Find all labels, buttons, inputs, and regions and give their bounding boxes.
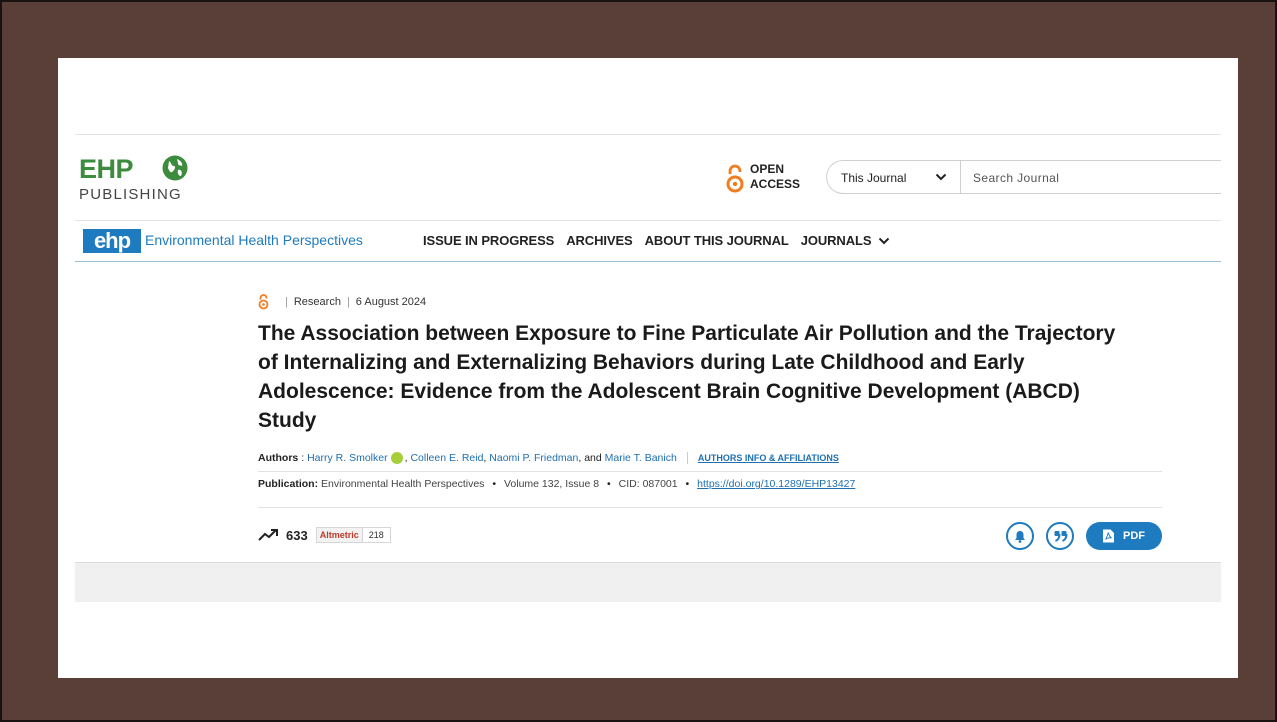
author-link[interactable]: Harry R. Smolker bbox=[307, 452, 388, 464]
cite-button[interactable] bbox=[1046, 522, 1074, 550]
altmetric-score: 218 bbox=[368, 530, 384, 540]
author-link[interactable]: Marie T. Banich bbox=[605, 452, 677, 464]
search-scope-select[interactable]: This Journal bbox=[826, 160, 960, 194]
pdf-label: PDF bbox=[1123, 530, 1145, 542]
altmetric-badge[interactable]: Altmetric 218 bbox=[315, 527, 391, 543]
globe-icon bbox=[162, 155, 188, 181]
divider bbox=[686, 452, 688, 464]
view-count: 633 bbox=[286, 527, 308, 543]
pdf-button[interactable]: PDF bbox=[1086, 522, 1162, 550]
article-meta: | Research | 6 August 2024 bbox=[258, 294, 426, 310]
ehp-journal-badge[interactable]: ehp bbox=[83, 229, 141, 253]
authors-label: Authors bbox=[258, 452, 299, 464]
content-band bbox=[75, 562, 1221, 602]
pdf-file-icon bbox=[1103, 529, 1114, 543]
ehp-logo-text[interactable]: EHP bbox=[79, 156, 134, 183]
publication-journal: Environmental Health Perspectives bbox=[321, 478, 485, 490]
authors-line: Authors: Harry R. Smolker , Colleen E. R… bbox=[258, 452, 839, 464]
author-link[interactable]: Colleen E. Reid bbox=[410, 452, 483, 464]
alert-button[interactable] bbox=[1006, 522, 1034, 550]
nav-issue-in-progress[interactable]: ISSUE IN PROGRESS bbox=[423, 233, 554, 248]
open-access-label-2: ACCESS bbox=[750, 177, 801, 191]
chevron-down-icon bbox=[879, 237, 890, 244]
search-box bbox=[960, 160, 1221, 194]
divider bbox=[75, 261, 1221, 262]
search-input[interactable] bbox=[973, 168, 1213, 188]
main-nav: ISSUE IN PROGRESS ARCHIVES ABOUT THIS JO… bbox=[423, 233, 902, 248]
article-page: EHP PUBLISHING OPEN ACCESS This Journal bbox=[75, 134, 1221, 604]
article-date: 6 August 2024 bbox=[355, 296, 427, 308]
publication-line: Publication: Environmental Health Perspe… bbox=[258, 478, 856, 490]
quote-icon bbox=[1054, 531, 1068, 542]
nav-archives[interactable]: ARCHIVES bbox=[566, 233, 632, 248]
nav-journals[interactable]: JOURNALS bbox=[801, 233, 891, 248]
chevron-down-icon bbox=[935, 173, 947, 181]
slide: EHP PUBLISHING OPEN ACCESS This Journal bbox=[58, 58, 1238, 678]
orcid-icon[interactable] bbox=[390, 452, 403, 464]
divider bbox=[75, 220, 1221, 221]
authors-affiliations-link[interactable]: AUTHORS INFO & AFFILIATIONS bbox=[698, 453, 839, 463]
metrics-row: 633 Altmetric 218 bbox=[258, 525, 391, 545]
nav-about-journal[interactable]: ABOUT THIS JOURNAL bbox=[645, 233, 789, 248]
author-link[interactable]: Naomi P. Friedman bbox=[489, 452, 578, 464]
publication-label: Publication bbox=[258, 478, 315, 490]
trending-up-icon bbox=[258, 529, 278, 541]
search-scope-value: This Journal bbox=[841, 171, 907, 185]
doi-link[interactable]: https://doi.org/10.1289/EHP13427 bbox=[697, 478, 855, 490]
divider bbox=[258, 471, 1162, 472]
nav-journals-label: JOURNALS bbox=[800, 233, 872, 248]
journal-name-link[interactable]: Environmental Health Perspectives bbox=[145, 232, 363, 248]
ehp-logo-subtitle: PUBLISHING bbox=[79, 186, 182, 203]
divider bbox=[75, 134, 1221, 135]
open-access-badge: OPEN ACCESS bbox=[726, 162, 806, 198]
open-access-icon bbox=[726, 164, 744, 193]
publication-cid: CID: 087001 bbox=[618, 478, 678, 490]
bell-icon bbox=[1015, 531, 1025, 543]
article-title: The Association between Exposure to Fine… bbox=[258, 322, 1116, 432]
open-access-label-1: OPEN bbox=[750, 162, 785, 176]
open-access-icon bbox=[258, 294, 269, 310]
article-type: Research bbox=[293, 296, 341, 308]
divider bbox=[258, 507, 1162, 508]
altmetric-brand: Altmetric bbox=[316, 528, 363, 542]
publication-volume: Volume 132, Issue 8 bbox=[503, 478, 600, 490]
